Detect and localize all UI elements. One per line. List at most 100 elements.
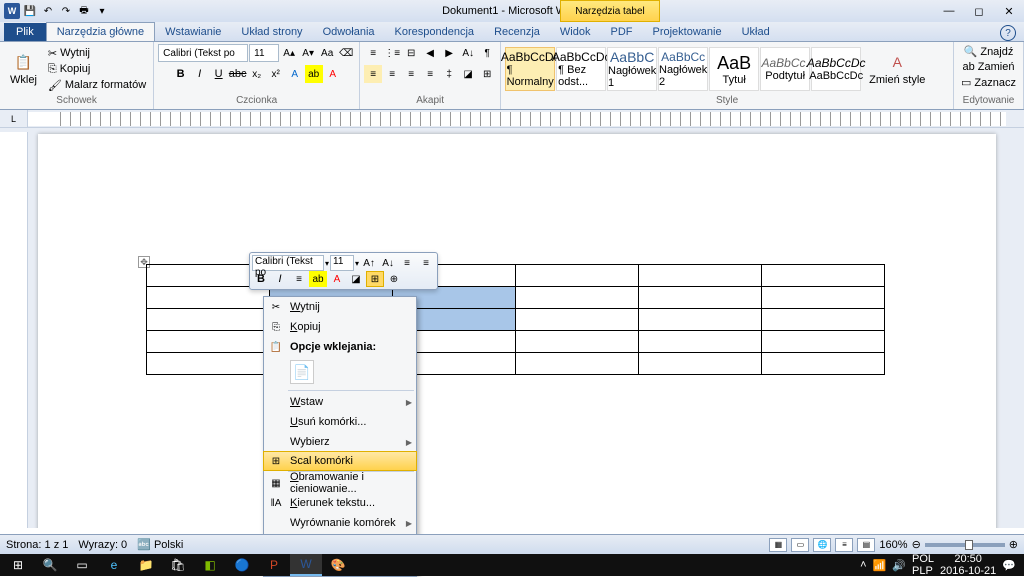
table-row[interactable]	[147, 353, 885, 375]
tray-volume-icon[interactable]: 🔊	[892, 559, 906, 572]
save-icon[interactable]: 💾	[22, 3, 38, 19]
mini-italic[interactable]: I	[271, 271, 289, 287]
table-row[interactable]	[147, 309, 885, 331]
mini-shrink-font[interactable]: A↓	[379, 255, 397, 271]
menu-text-direction[interactable]: ‖A Kierunek tekstu...	[264, 493, 416, 513]
style-normal[interactable]: AaBbCcDc¶ Normalny	[505, 47, 555, 91]
replace-button[interactable]: abZamień	[960, 60, 1018, 74]
taskbar-app1[interactable]: ◧	[194, 554, 226, 576]
indent-inc-button[interactable]: ▶	[440, 44, 458, 62]
mini-align[interactable]: ≡	[290, 271, 308, 287]
menu-select[interactable]: Wybierz ▶	[264, 432, 416, 452]
tab-selector[interactable]: L	[0, 110, 28, 128]
tab-table-design[interactable]: Projektowanie	[642, 23, 731, 41]
view-print-layout[interactable]: ▦	[769, 538, 787, 552]
sort-button[interactable]: A↓	[459, 44, 477, 62]
mini-borders[interactable]: ⊞	[366, 271, 384, 287]
strike-button[interactable]: abc	[229, 65, 247, 83]
view-outline[interactable]: ≡	[835, 538, 853, 552]
tab-file[interactable]: Plik	[4, 23, 46, 41]
horizontal-ruler[interactable]	[28, 112, 1006, 126]
mini-grow-font[interactable]: A↑	[360, 255, 378, 271]
status-words[interactable]: Wyrazy: 0	[78, 539, 127, 551]
italic-button[interactable]: I	[191, 65, 209, 83]
mini-bold[interactable]: B	[252, 271, 270, 287]
tab-mailings[interactable]: Korespondencja	[385, 23, 485, 41]
superscript-button[interactable]: x²	[267, 65, 285, 83]
tray-network-icon[interactable]: 📶	[873, 559, 887, 572]
format-painter-button[interactable]: 🖌Malarz formatów	[45, 78, 149, 93]
style-subtitle[interactable]: AaBbCc.Podtytuł	[760, 47, 810, 91]
clear-format-button[interactable]: ⌫	[337, 44, 355, 62]
taskbar-chrome[interactable]: 🔵	[226, 554, 258, 576]
font-color-button[interactable]: A	[324, 65, 342, 83]
line-spacing-button[interactable]: ‡	[440, 65, 458, 83]
print-icon[interactable]: 🖶	[76, 3, 92, 19]
status-page[interactable]: Strona: 1 z 1	[6, 539, 68, 551]
mini-highlight[interactable]: ab	[309, 271, 327, 287]
taskbar-store[interactable]: 🛍	[162, 554, 194, 576]
highlight-button[interactable]: ab	[305, 65, 323, 83]
tab-table-layout[interactable]: Układ	[732, 23, 780, 41]
status-language[interactable]: 🔤 Polski	[137, 538, 183, 551]
zoom-in-button[interactable]: ⊕	[1009, 538, 1018, 551]
help-icon[interactable]: ?	[1000, 25, 1016, 41]
taskbar-edge[interactable]: e	[98, 554, 130, 576]
indent-dec-button[interactable]: ◀	[421, 44, 439, 62]
find-button[interactable]: 🔍Znajdź	[961, 44, 1017, 59]
tab-review[interactable]: Recenzja	[484, 23, 550, 41]
shading-button[interactable]: ◪	[459, 65, 477, 83]
mini-size-combo[interactable]: 11	[330, 255, 354, 271]
start-button[interactable]: ⊞	[2, 554, 34, 576]
tray-clock[interactable]: 20:502016-10-21	[940, 553, 996, 577]
bold-button[interactable]: B	[172, 65, 190, 83]
menu-insert[interactable]: Wstaw ▶	[264, 392, 416, 412]
mini-insert[interactable]: ⊕	[385, 271, 403, 287]
multilevel-button[interactable]: ⊟	[402, 44, 420, 62]
numbering-button[interactable]: ⋮≡	[383, 44, 401, 62]
shrink-font-button[interactable]: A▾	[299, 44, 317, 62]
borders-button[interactable]: ⊞	[478, 65, 496, 83]
menu-cell-alignment[interactable]: Wyrównanie komórek ▶	[264, 513, 416, 533]
mini-font-color[interactable]: A	[328, 271, 346, 287]
vertical-ruler[interactable]	[0, 132, 28, 528]
style-extra[interactable]: AaBbCcDcAaBbCcDc	[811, 47, 861, 91]
taskbar-word[interactable]: W	[290, 554, 322, 576]
mini-font-combo[interactable]: Calibri (Tekst po	[252, 255, 324, 271]
mini-indent-dec[interactable]: ≡	[398, 255, 416, 271]
zoom-out-button[interactable]: ⊖	[912, 538, 921, 551]
tab-page-layout[interactable]: Układ strony	[231, 23, 312, 41]
copy-button[interactable]: ⎘Kopiuj	[45, 62, 149, 77]
style-heading2[interactable]: AaBbCcNagłówek 2	[658, 47, 708, 91]
tab-pdf[interactable]: PDF	[600, 23, 642, 41]
menu-delete-cells[interactable]: Usuń komórki...	[264, 412, 416, 432]
underline-button[interactable]: U	[210, 65, 228, 83]
task-view-button[interactable]: ▭	[66, 554, 98, 576]
style-no-spacing[interactable]: AaBbCcDc¶ Bez odst...	[556, 47, 606, 91]
text-effects-button[interactable]: A	[286, 65, 304, 83]
subscript-button[interactable]: x₂	[248, 65, 266, 83]
menu-merge-cells[interactable]: ⊞ Scal komórki	[263, 451, 417, 471]
style-title[interactable]: AaBTytuł	[709, 47, 759, 91]
change-styles-button[interactable]: A Zmień style	[863, 50, 931, 88]
zoom-slider[interactable]	[925, 543, 1005, 547]
search-button[interactable]: 🔍	[34, 554, 66, 576]
minimize-button[interactable]: —	[934, 1, 964, 21]
undo-icon[interactable]: ↶	[40, 3, 56, 19]
mini-shading[interactable]: ◪	[347, 271, 365, 287]
align-left-button[interactable]: ≡	[364, 65, 382, 83]
taskbar-paint[interactable]: 🎨	[322, 554, 354, 576]
menu-borders-shading[interactable]: ▦ Obramowanie i cieniowanie...	[264, 473, 416, 493]
style-heading1[interactable]: AaBbCNagłówek 1	[607, 47, 657, 91]
change-case-button[interactable]: Aa	[318, 44, 336, 62]
paste-button[interactable]: 📋 Wklej	[4, 50, 43, 88]
view-draft[interactable]: ▤	[857, 538, 875, 552]
tray-chevron-icon[interactable]: ˄	[860, 559, 866, 571]
grow-font-button[interactable]: A▴	[280, 44, 298, 62]
menu-cut[interactable]: ✂ Wytnij	[264, 297, 416, 317]
tab-home[interactable]: Narzędzia główne	[46, 22, 155, 41]
redo-icon[interactable]: ↷	[58, 3, 74, 19]
mini-indent-inc[interactable]: ≡	[417, 255, 435, 271]
show-marks-button[interactable]: ¶	[478, 44, 496, 62]
qat-dropdown-icon[interactable]: ▾	[94, 3, 110, 19]
